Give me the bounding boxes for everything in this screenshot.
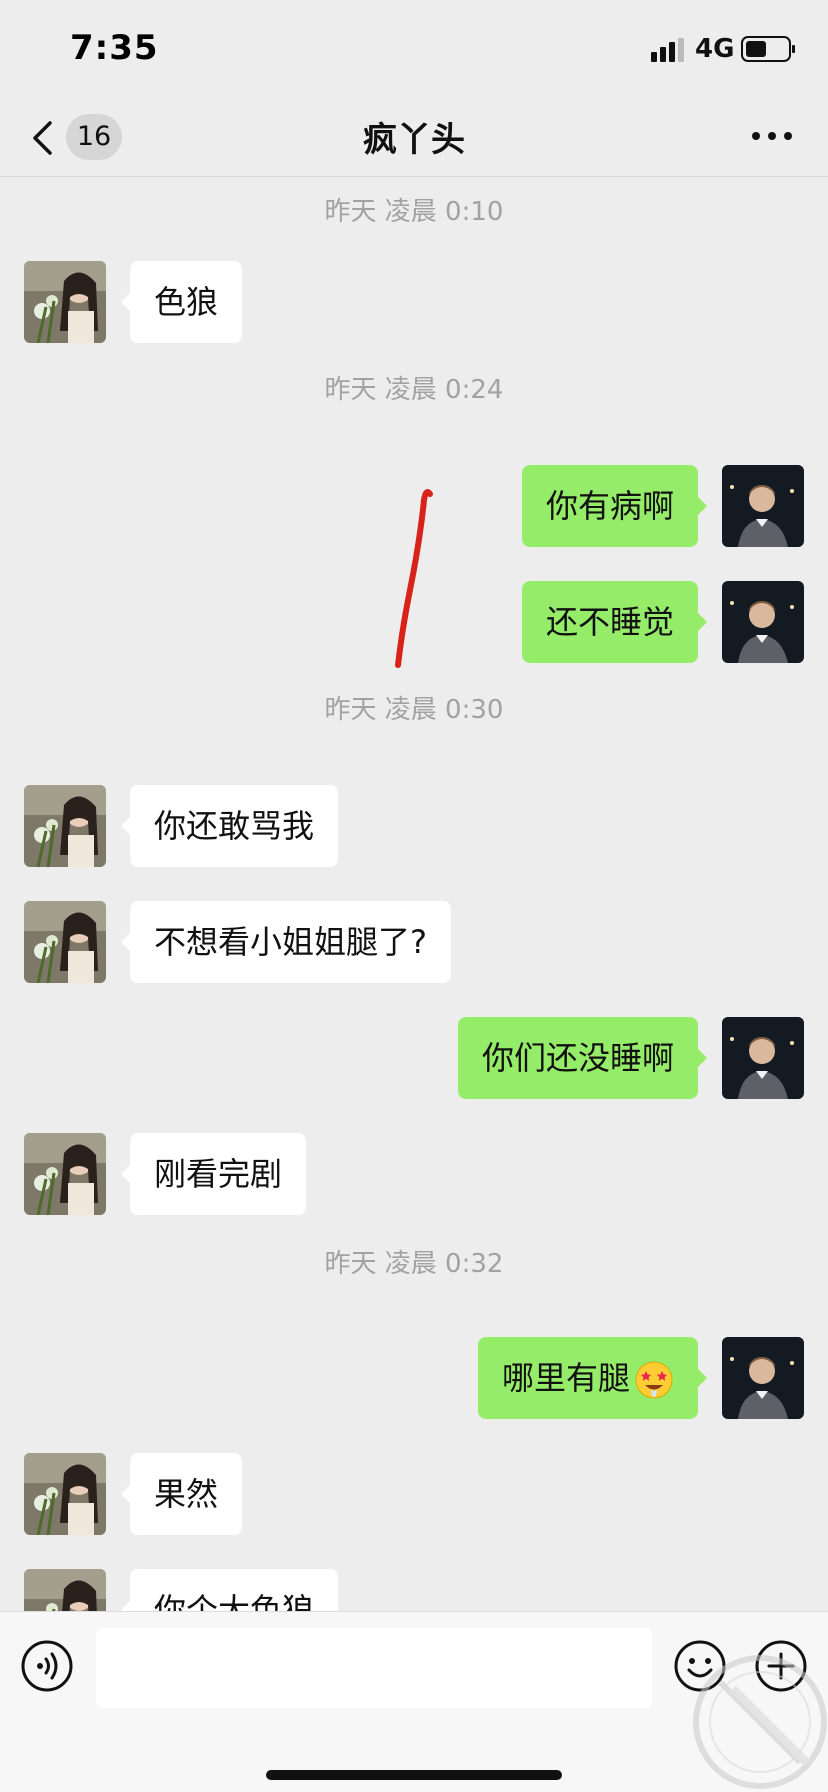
self-avatar[interactable] xyxy=(722,581,804,663)
contact-avatar[interactable] xyxy=(24,1569,106,1611)
contact-avatar[interactable] xyxy=(24,1133,106,1215)
chat-header: 16 疯丫头 xyxy=(0,96,828,177)
chat-title: 疯丫头 xyxy=(363,120,465,160)
message-list[interactable]: 昨天 凌晨 0:10 色狼 昨天 凌晨 0:24 你有病啊 还不睡觉 昨天 凌晨… xyxy=(0,177,828,1611)
message-bubble-incoming[interactable]: 你个大色狼 xyxy=(120,1569,339,1611)
message-bubble-outgoing[interactable]: 哪里有腿 xyxy=(477,1337,708,1419)
status-bar: 7:35 4G xyxy=(0,0,828,96)
message-bubble-outgoing[interactable]: 还不睡觉 xyxy=(521,581,708,663)
message-timestamp: 昨天 凌晨 0:24 xyxy=(324,375,504,405)
star-struck-emoji-icon xyxy=(635,1361,673,1399)
battery-icon xyxy=(741,36,795,62)
self-avatar[interactable] xyxy=(722,1017,804,1099)
annotation-stroke xyxy=(395,489,433,668)
chat-screen: 7:35 4G 16 疯丫头 昨天 凌晨 0:10 色狼 昨天 凌晨 0:24 … xyxy=(0,0,828,1792)
message-timestamp: 昨天 凌晨 0:30 xyxy=(324,695,504,725)
self-avatar[interactable] xyxy=(722,465,804,547)
message-bubble-incoming[interactable]: 果然 xyxy=(120,1453,243,1535)
self-avatar[interactable] xyxy=(722,1337,804,1419)
contact-avatar[interactable] xyxy=(24,785,106,867)
voice-icon[interactable] xyxy=(20,1639,74,1693)
message-bubble-outgoing[interactable]: 你有病啊 xyxy=(521,465,708,547)
home-indicator[interactable] xyxy=(266,1770,562,1780)
network-type-label: 4G xyxy=(695,34,735,64)
message-bubble-outgoing[interactable]: 你们还没睡啊 xyxy=(457,1017,708,1099)
watermark-seal xyxy=(693,1655,827,1789)
contact-avatar[interactable] xyxy=(24,261,106,343)
message-bubble-incoming[interactable]: 不想看小姐姐腿了? xyxy=(121,901,451,983)
more-options-button[interactable] xyxy=(748,118,796,154)
contact-avatar[interactable] xyxy=(24,1453,106,1535)
message-bubble-incoming[interactable]: 刚看完剧 xyxy=(120,1133,307,1215)
message-bubble-incoming[interactable]: 你还敢骂我 xyxy=(120,785,339,867)
message-bubble-incoming[interactable]: 色狼 xyxy=(120,261,243,343)
contact-avatar[interactable] xyxy=(24,901,106,983)
message-input[interactable] xyxy=(96,1628,652,1708)
cellular-signal-icon xyxy=(651,38,684,62)
message-timestamp: 昨天 凌晨 0:10 xyxy=(324,197,504,227)
message-timestamp: 昨天 凌晨 0:32 xyxy=(324,1249,504,1279)
message-text: 哪里有腿 xyxy=(501,1359,630,1397)
status-time: 7:35 xyxy=(70,28,159,68)
